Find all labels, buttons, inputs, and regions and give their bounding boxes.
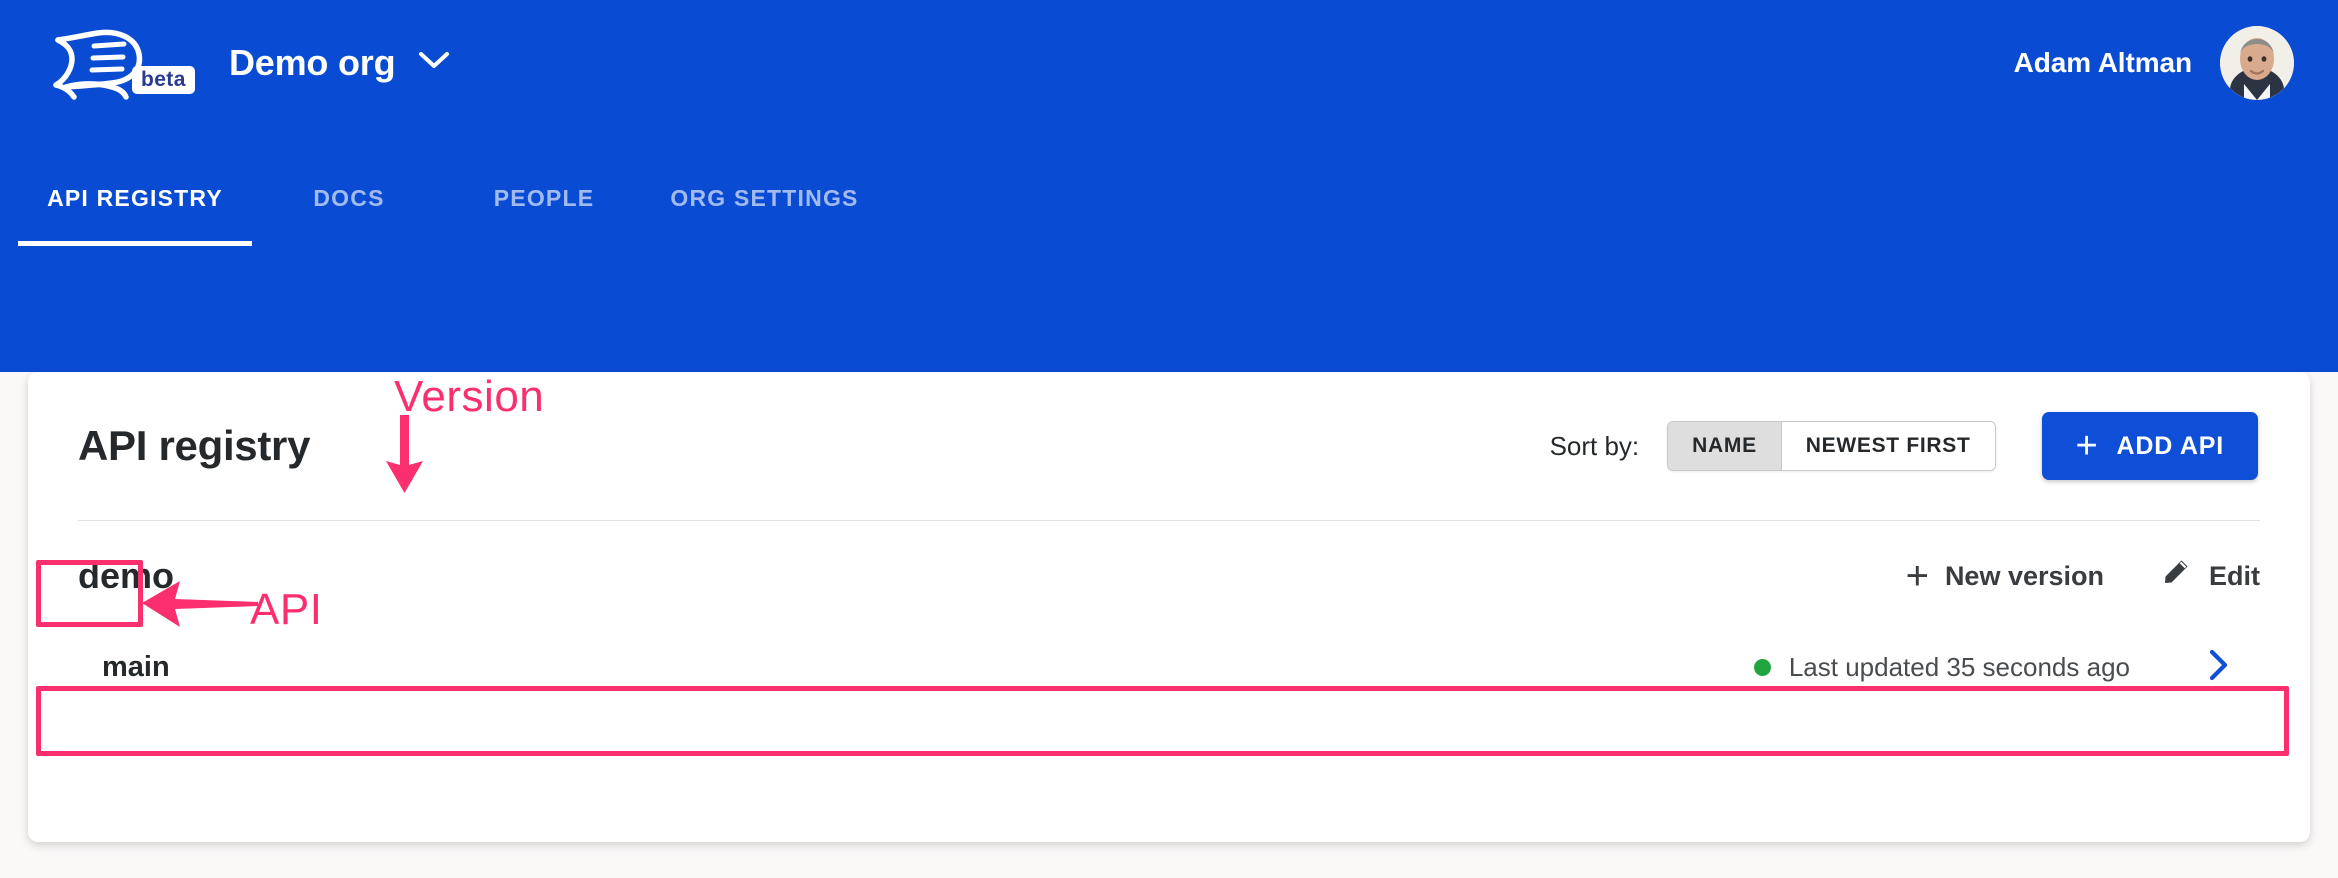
chevron-right-icon[interactable] [2206, 647, 2232, 688]
last-updated-text: Last updated 35 seconds ago [1788, 651, 2130, 682]
new-version-button[interactable]: + New version [1905, 554, 2104, 598]
sort-option-name[interactable]: NAME [1668, 422, 1781, 470]
version-status: Last updated 35 seconds ago [1753, 647, 2232, 688]
avatar[interactable] [2220, 25, 2294, 100]
card-header-controls: Sort by: NAME NEWEST FIRST + ADD API [1550, 412, 2258, 480]
api-registry-card: API registry Sort by: NAME NEWEST FIRST … [28, 372, 2310, 842]
main-navigation: API REGISTRY DOCS PEOPLE ORG SETTINGS [0, 185, 887, 246]
beta-badge: beta [132, 65, 195, 94]
status-dot-icon [1753, 658, 1771, 676]
tab-org-settings[interactable]: ORG SETTINGS [642, 185, 887, 246]
tab-docs[interactable]: DOCS [252, 185, 446, 246]
api-list-item: demo + New version Edit [78, 521, 2260, 631]
tab-label: API REGISTRY [47, 185, 223, 211]
edit-label: Edit [2209, 560, 2260, 591]
edit-api-button[interactable]: Edit [2160, 556, 2260, 596]
api-name: demo [78, 555, 175, 596]
api-list: demo + New version Edit main Last update… [28, 521, 2310, 703]
sort-by-label: Sort by: [1549, 430, 1640, 461]
user-menu[interactable]: Adam Altman [2014, 0, 2294, 125]
plus-icon: + [1905, 554, 1929, 598]
tab-label: PEOPLE [493, 185, 595, 211]
tab-api-registry[interactable]: API REGISTRY [18, 185, 252, 246]
app-root: beta Demo org Adam Altman API REGISTRY D… [0, 0, 2338, 878]
sort-toggle-group: NAME NEWEST FIRST [1667, 421, 1996, 471]
sort-option-newest-first[interactable]: NEWEST FIRST [1780, 422, 1995, 470]
plus-icon: + [2075, 424, 2099, 467]
pencil-icon [2160, 556, 2193, 596]
add-api-button[interactable]: + ADD API [2041, 412, 2258, 480]
tab-people[interactable]: PEOPLE [446, 185, 642, 246]
add-api-label: ADD API [2116, 431, 2224, 460]
org-name: Demo org [229, 41, 396, 83]
user-name: Adam Altman [2013, 46, 2192, 78]
top-bar: beta Demo org Adam Altman [0, 0, 2338, 125]
version-list-item[interactable]: main Last updated 35 seconds ago [78, 631, 2260, 703]
chevron-down-icon [417, 49, 451, 76]
version-name: main [102, 650, 170, 683]
brand[interactable]: beta [52, 23, 195, 103]
card-header: API registry Sort by: NAME NEWEST FIRST … [28, 372, 2310, 520]
api-actions: + New version Edit [1906, 556, 2260, 596]
app-header: beta Demo org Adam Altman API REGISTRY D… [0, 0, 2338, 372]
org-switcher[interactable]: Demo org [229, 42, 451, 84]
new-version-label: New version [1944, 560, 2104, 591]
tab-label: ORG SETTINGS [670, 185, 859, 211]
page-title: API registry [78, 422, 311, 469]
tab-label: DOCS [313, 185, 385, 211]
